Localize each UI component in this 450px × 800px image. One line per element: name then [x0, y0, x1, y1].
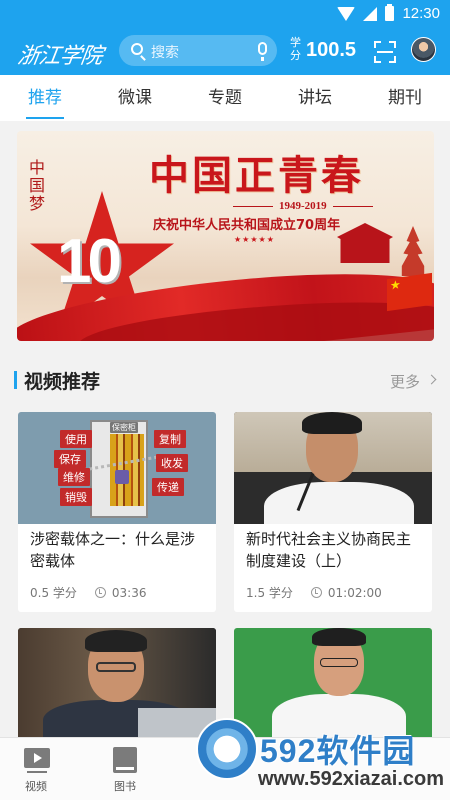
thumb-tag: 使用 — [60, 430, 92, 448]
banner-brand: 中国梦 — [29, 158, 46, 213]
battery-icon — [385, 4, 395, 21]
video-card[interactable]: 使用 保存 维修 销毁 复制 收发 传递 保密柜 涉密载体之一：什么是涉密载体 … — [18, 412, 216, 612]
chevron-right-icon[interactable] — [426, 374, 437, 385]
banner-subtitle: 庆祝中华人民共和国成立70周年 — [153, 218, 341, 233]
video-duration: 01:02:00 — [327, 585, 382, 600]
nav-books-label: 图书 — [114, 780, 136, 793]
app-header: 浙江学院 搜索 学分 100.5 — [0, 30, 450, 75]
nav-books[interactable]: 图书 — [95, 738, 155, 800]
section-title: 视频推荐 — [24, 371, 101, 393]
status-time: 12:30 — [402, 5, 440, 22]
search-bar[interactable]: 搜索 — [119, 35, 277, 66]
tiananmen-graphic — [337, 223, 393, 263]
nav-video[interactable]: 视频 — [6, 738, 66, 800]
video-meta: 1.5 学分 01:02:00 — [246, 584, 382, 601]
credit-label: 学分 — [290, 36, 301, 62]
search-icon — [131, 43, 143, 55]
watermark-logo — [196, 718, 258, 780]
flag-graphic — [387, 272, 432, 312]
scan-icon[interactable] — [374, 41, 396, 63]
temple-graphic — [401, 226, 425, 276]
book-icon — [113, 747, 137, 773]
video-thumbnail[interactable] — [234, 412, 432, 524]
app-logo: 浙江学院 — [15, 44, 104, 69]
thumb-tag: 收发 — [156, 454, 188, 472]
thumb-tag: 保密柜 — [110, 422, 138, 433]
banner-big-number: 10 — [57, 227, 122, 296]
video-thumbnail[interactable] — [18, 628, 216, 740]
tab-micro-course[interactable]: 微课 — [90, 75, 180, 121]
thumb-tag: 复制 — [154, 430, 186, 448]
thumb-tag: 维修 — [58, 468, 90, 486]
video-title[interactable]: 新时代社会主义协商民主制度建设（上） — [246, 528, 424, 572]
section-accent-bar — [14, 371, 17, 389]
thumb-tag: 传递 — [152, 478, 184, 496]
avatar[interactable] — [411, 37, 436, 62]
tab-recommend[interactable]: 推荐 — [0, 75, 90, 121]
lock-icon — [115, 470, 129, 484]
clock-icon — [310, 587, 322, 598]
search-placeholder: 搜索 — [151, 45, 179, 61]
credit-display[interactable]: 学分 100.5 — [290, 36, 356, 62]
promo-banner[interactable]: 10 中国梦 中国正青春 1949-2019 庆祝中华人民共和国成立70周年 ★… — [17, 131, 434, 341]
banner-stars: ★★★★★ — [234, 235, 275, 244]
video-credit: 0.5 学分 — [30, 586, 77, 600]
tab-topic[interactable]: 专题 — [180, 75, 270, 121]
banner-title: 中国正青春 — [149, 152, 364, 199]
tab-forum[interactable]: 讲坛 — [270, 75, 360, 121]
video-meta: 0.5 学分 03:36 — [30, 584, 147, 601]
tab-journal[interactable]: 期刊 — [360, 75, 450, 121]
signal-icon — [363, 6, 378, 21]
video-thumbnail[interactable] — [234, 628, 432, 740]
video-card[interactable]: 新时代社会主义协商民主制度建设（上） 1.5 学分 01:02:00 — [234, 412, 432, 612]
wifi-icon — [337, 6, 356, 21]
credit-value: 100.5 — [306, 38, 357, 61]
watermark-brand: 592软件园 — [260, 733, 416, 769]
nav-video-label: 视频 — [25, 780, 47, 793]
clock-icon — [94, 587, 106, 598]
watermark-url: www.592xiazai.com — [258, 768, 445, 790]
video-thumbnail[interactable]: 使用 保存 维修 销毁 复制 收发 传递 保密柜 — [18, 412, 216, 524]
video-icon — [24, 748, 50, 773]
thumb-tag: 保存 — [54, 450, 86, 468]
thumb-tag: 销毁 — [60, 488, 92, 506]
status-bar: 12:30 — [0, 0, 450, 30]
video-duration: 03:36 — [111, 585, 147, 600]
video-title[interactable]: 涉密载体之一：什么是涉密载体 — [30, 528, 208, 572]
category-tabs: 推荐 微课 专题 讲坛 期刊 — [0, 75, 450, 121]
more-link[interactable]: 更多 — [390, 371, 420, 392]
banner-years: 1949-2019 — [227, 200, 379, 212]
microphone-icon[interactable] — [258, 42, 267, 61]
video-credit: 1.5 学分 — [246, 586, 293, 600]
